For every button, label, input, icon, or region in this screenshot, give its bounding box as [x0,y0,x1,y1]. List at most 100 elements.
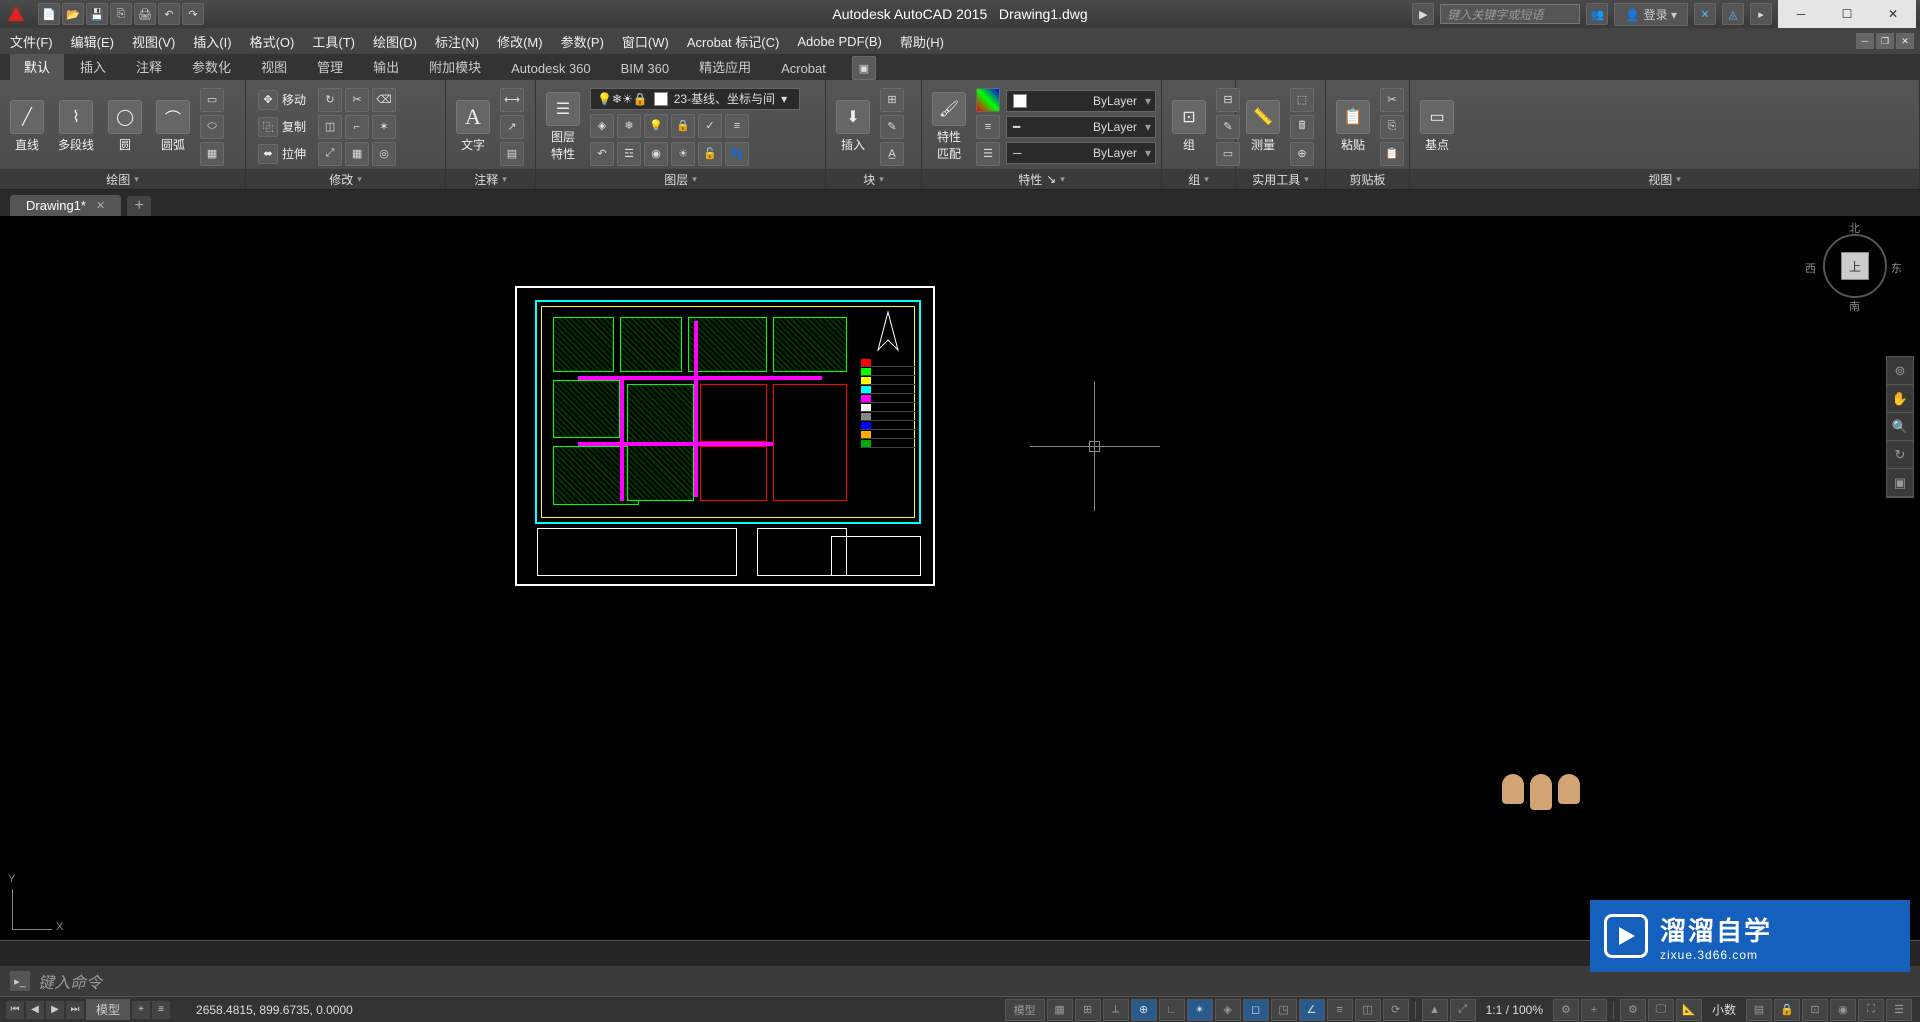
status-annoscale-icon[interactable]: ⤢ [1450,999,1476,1021]
help-search-input[interactable]: 键入关键字或短语 [1440,4,1580,24]
layer-thaw-icon[interactable]: ☀ [671,142,695,166]
status-cycle-icon[interactable]: ⟳ [1383,999,1409,1021]
match-properties-button[interactable]: 🖌特性 匹配 [928,90,970,164]
viewcube-east[interactable]: 东 [1891,260,1902,276]
menu-acrobat-markup[interactable]: Acrobat 标记(C) [687,32,779,51]
maximize-button[interactable]: ☐ [1824,0,1870,28]
panel-clipboard-title[interactable]: 剪贴板 [1326,169,1409,189]
viewcube-south[interactable]: 南 [1849,298,1860,314]
qat-save-icon[interactable]: 💾 [86,3,108,25]
status-units-icon[interactable]: 📐 [1676,999,1702,1021]
id-point-icon[interactable]: ⊕ [1290,142,1314,166]
dimension-icon[interactable]: ⟷ [500,88,524,112]
select-all-icon[interactable]: ⬚ [1290,88,1314,112]
layer-lock-icon[interactable]: 🔒 [671,114,695,138]
status-lwt-icon[interactable]: ≡ [1327,999,1353,1021]
offset-icon[interactable]: ◎ [372,142,396,166]
ribbon-tab-acrobat[interactable]: Acrobat [767,57,840,80]
status-customize-icon[interactable]: ☰ [1886,999,1912,1021]
mdi-close-button[interactable]: ✕ [1896,33,1914,49]
quick-calc-icon[interactable]: 🖩 [1290,115,1314,139]
viewcube[interactable]: 上 北 南 东 西 [1815,226,1895,306]
file-tab-drawing1[interactable]: Drawing1*✕ [10,195,121,216]
menu-parametric[interactable]: 参数(P) [561,32,604,51]
list-icon[interactable]: ☰ [976,142,1000,166]
rectangle-icon[interactable]: ▭ [200,88,224,112]
viewcube-face-top[interactable]: 上 [1841,252,1869,280]
circle-button[interactable]: ◯圆 [104,98,146,155]
ellipse-icon[interactable]: ⬭ [200,115,224,139]
panel-layers-title[interactable]: 图层 [536,169,825,189]
infocenter-icon[interactable]: 👥 [1586,3,1608,25]
group-button[interactable]: ⊡组 [1168,98,1210,155]
ribbon-tab-parametric[interactable]: 参数化 [178,53,245,80]
menu-draw[interactable]: 绘图(D) [373,32,417,51]
layout-last-icon[interactable]: ⏭ [66,1001,84,1019]
panel-draw-title[interactable]: 绘图 [0,169,245,189]
menu-view[interactable]: 视图(V) [132,32,175,51]
polyline-button[interactable]: ⌇多段线 [54,98,98,155]
mirror-icon[interactable]: ◫ [318,115,342,139]
status-dynamic-input-icon[interactable]: ⊕ [1131,999,1157,1021]
qat-new-icon[interactable]: 📄 [38,3,60,25]
status-units-text[interactable]: 小数 [1704,1001,1744,1018]
layout-next-icon[interactable]: ▶ [46,1001,64,1019]
close-tab-icon[interactable]: ✕ [96,199,105,212]
status-snap-icon[interactable]: ⊞ [1075,999,1101,1021]
nav-full-icon[interactable]: ⊚ [1887,357,1913,385]
line-button[interactable]: ╱直线 [6,98,48,155]
app-icon[interactable] [4,2,28,26]
status-otrack-icon[interactable]: ∠ [1299,999,1325,1021]
layer-freeze-icon[interactable]: ❄ [617,114,641,138]
status-ws-icon[interactable]: ⚙ [1620,999,1646,1021]
menu-dimension[interactable]: 标注(N) [435,32,479,51]
copy-button[interactable]: ⿻复制 [252,115,312,139]
lineweight-icon[interactable]: ≡ [976,115,1000,139]
viewcube-west[interactable]: 西 [1805,260,1816,276]
minimize-button[interactable]: ─ [1778,0,1824,28]
color-dropdown[interactable]: ByLayer [1006,90,1156,112]
base-view-button[interactable]: ▭基点 [1416,98,1458,155]
table-icon[interactable]: ▤ [500,142,524,166]
ribbon-tab-addins[interactable]: 附加模块 [415,53,495,80]
cut-icon[interactable]: ✂ [1380,88,1404,112]
status-iso-icon[interactable]: ◈ [1215,999,1241,1021]
menu-adobe-pdf[interactable]: Adobe PDF(B) [797,34,882,49]
qat-redo-icon[interactable]: ↷ [182,3,204,25]
paste-button[interactable]: 📋粘贴 [1332,98,1374,155]
qat-plot-icon[interactable]: 🖨 [134,3,156,25]
copy-clip-icon[interactable]: ⎘ [1380,115,1404,139]
layer-walk-icon[interactable]: 👣 [725,142,749,166]
signin-button[interactable]: 👤 登录 ▾ [1614,3,1688,26]
status-clean-icon[interactable]: ⛶ [1858,999,1884,1021]
status-grid-icon[interactable]: ▦ [1047,999,1073,1021]
panel-utilities-title[interactable]: 实用工具 [1236,169,1325,189]
paste-special-icon[interactable]: 📋 [1380,142,1404,166]
viewcube-north[interactable]: 北 [1849,220,1860,236]
menu-help[interactable]: 帮助(H) [900,32,944,51]
status-monitor-icon[interactable]: 🖵 [1648,999,1674,1021]
rotate-icon[interactable]: ↻ [318,88,342,112]
status-osnap-icon[interactable]: ◻ [1243,999,1269,1021]
create-block-icon[interactable]: ⊞ [880,88,904,112]
layer-make-icon[interactable]: ✓ [698,114,722,138]
ribbon-tab-a360[interactable]: Autodesk 360 [497,57,605,80]
ribbon-tab-default[interactable]: 默认 [10,53,64,80]
drawing-canvas[interactable]: Y X 上 北 南 东 西 ⊚ ✋ 🔍 ↻ ▣ [0,216,1920,940]
ribbon-tab-manage[interactable]: 管理 [303,53,357,80]
menu-file[interactable]: 文件(F) [10,32,53,51]
fillet-icon[interactable]: ⌐ [345,115,369,139]
command-prompt-icon[interactable]: ▸_ [10,971,30,991]
menu-tools[interactable]: 工具(T) [312,32,355,51]
ribbon-minimize-icon[interactable]: ▣ [852,56,876,80]
scale-icon[interactable]: ⤢ [318,142,342,166]
layer-state-icon[interactable]: ☲ [617,142,641,166]
status-anno-icon[interactable]: ▲ [1422,999,1448,1021]
menu-insert[interactable]: 插入(I) [193,32,231,51]
lineweight-dropdown[interactable]: ━ByLayer [1006,116,1156,138]
menu-window[interactable]: 窗口(W) [622,32,669,51]
arc-button[interactable]: ⌒圆弧 [152,98,194,155]
status-isolate-icon[interactable]: ◉ [1830,999,1856,1021]
mdi-restore-button[interactable]: ❐ [1876,33,1894,49]
nav-zoom-icon[interactable]: 🔍 [1887,413,1913,441]
